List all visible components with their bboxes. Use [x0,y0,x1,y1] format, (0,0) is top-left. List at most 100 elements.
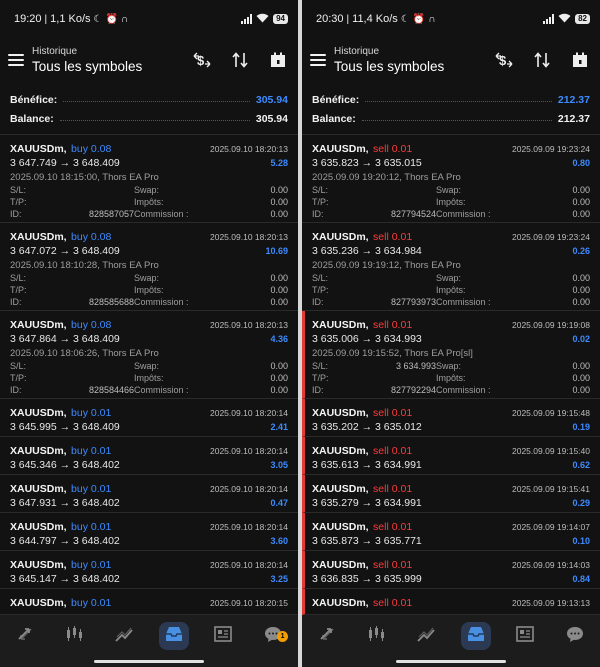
deal-row[interactable]: XAUUSDm, sell 0.01 2025.09.09 19:13:13 [302,589,600,615]
deal-price-row: 3 635.613 → 3 634.991 0.62 [312,459,590,471]
deal-row[interactable]: XAUUSDm, buy 0.01 2025.09.10 18:20:14 3 64… [0,551,298,589]
deal-prices: 3 635.279 → 3 634.991 [312,497,422,509]
alarm-icon: ⏰ [105,13,118,25]
deal-symbol: XAUUSDm, [312,143,369,155]
currency-filter-icon[interactable]: $ [494,50,514,70]
sl-label: S/L: [312,185,329,195]
nav-trade[interactable] [411,622,441,650]
swap-label: Swap: [134,273,160,283]
deal-symbol: XAUUSDm, [312,559,369,571]
nav-chat[interactable]: 1 [258,622,289,650]
page-title[interactable]: Tous les symboles [334,59,494,74]
commission-label: Commission : [134,385,189,395]
deal-type: buy 0.01 [71,483,112,495]
id-value: 828584466 [88,385,134,395]
deal-row[interactable]: XAUUSDm, buy 0.01 2025.09.10 18:20:14 3 64… [0,399,298,437]
deal-row[interactable]: XAUUSDm, sell 0.01 2025.09.09 19:23:24 3 6… [302,135,600,223]
deal-row[interactable]: XAUUSDm, buy 0.01 2025.09.10 18:20:15 [0,589,298,615]
calendar-icon[interactable] [268,50,288,70]
deal-datetime: 2025.09.09 19:14:07 [512,522,590,532]
deal-title: XAUUSDm, sell 0.01 [312,441,412,459]
nav-history[interactable] [460,622,491,650]
deal-title: XAUUSDm, buy 0.08 [10,227,111,245]
deal-datetime: 2025.09.10 18:20:15 [210,598,288,608]
nav-news[interactable] [208,622,238,650]
deal-price-row: 3 635.823 → 3 635.015 0.80 [312,157,590,169]
deal-profit: 0.80 [572,158,590,168]
page-title[interactable]: Tous les symboles [32,59,192,74]
deal-price-row: 3 647.864 → 3 648.409 4.36 [10,333,288,345]
deal-row[interactable]: XAUUSDm, sell 0.01 2025.09.09 19:14:07 3 6… [302,513,600,551]
news-icon [515,624,535,649]
deal-open-info: 2025.09.10 18:15:00, Thors EA Pro [10,172,159,183]
deal-profit: 0.84 [572,574,590,584]
menu-icon[interactable] [8,54,24,66]
deal-row[interactable]: XAUUSDm, sell 0.01 2025.09.09 19:19:08 3 6… [302,311,600,399]
deal-row[interactable]: XAUUSDm, sell 0.01 2025.09.09 19:14:03 3 6… [302,551,600,589]
deal-row[interactable]: XAUUSDm, sell 0.01 2025.09.09 19:23:24 3 6… [302,223,600,311]
deal-prices: 3 636.835 → 3 635.999 [312,573,422,585]
deal-profit: 3.05 [270,460,288,470]
deal-row[interactable]: XAUUSDm, buy 0.01 2025.09.10 18:20:14 3 64… [0,437,298,475]
sl-label: S/L: [10,361,27,371]
calendar-icon[interactable] [570,50,590,70]
id-value: 828585688 [88,297,134,307]
deal-details: S/L: Swap: 0.00 T/P: Impôts: 0.00 ID: 828587057… [10,185,288,219]
swap-value: 0.00 [270,361,288,371]
menu-icon[interactable] [310,54,326,66]
nav-history[interactable] [158,622,189,650]
deal-open-info: 2025.09.09 19:19:12, Thors EA Pro [312,260,461,271]
deal-details: S/L: Swap: 0.00 T/P: Impôts: 0.00 ID: 827793973… [312,273,590,307]
deal-row[interactable]: XAUUSDm, sell 0.01 2025.09.09 19:15:41 3 6… [302,475,600,513]
commission-value: 0.00 [572,297,590,307]
deal-title: XAUUSDm, sell 0.01 [312,593,412,611]
deal-symbol: XAUUSDm, [10,559,67,571]
svg-text:$: $ [197,53,205,68]
sort-icon[interactable] [532,50,552,70]
nav-chart-candles[interactable] [59,622,89,650]
id-value: 827794524 [390,209,436,219]
deal-open-info: 2025.09.09 19:15:52, Thors EA Pro[sl] [312,348,473,359]
id-value: 828587057 [88,209,134,219]
deal-row[interactable]: XAUUSDm, buy 0.08 2025.09.10 18:20:13 3 64… [0,311,298,399]
commission-value: 0.00 [572,209,590,219]
deal-symbol: XAUUSDm, [10,319,67,331]
tp-value [42,197,134,207]
deal-header: XAUUSDm, sell 0.01 2025.09.09 19:15:40 [312,441,590,459]
quotes-icon [317,624,337,649]
nav-trade[interactable] [109,622,139,650]
deal-datetime: 2025.09.10 18:20:13 [210,320,288,330]
tp-value [344,197,436,207]
commission-value: 0.00 [270,297,288,307]
deal-title: XAUUSDm, sell 0.01 [312,479,412,497]
tax-value: 0.00 [572,197,590,207]
deal-type: buy 0.08 [71,231,112,243]
tp-label: T/P: [10,373,27,383]
deal-row[interactable]: XAUUSDm, buy 0.01 2025.09.10 18:20:14 3 64… [0,475,298,513]
deal-datetime: 2025.09.09 19:23:24 [512,144,590,154]
separator-text: | [44,13,48,25]
tax-value: 0.00 [270,285,288,295]
deal-row[interactable]: XAUUSDm, buy 0.08 2025.09.10 18:20:13 3 64… [0,135,298,223]
nav-chat[interactable] [560,622,590,650]
deal-row[interactable]: XAUUSDm, buy 0.08 2025.09.10 18:20:13 3 64… [0,223,298,311]
deal-header: XAUUSDm, sell 0.01 2025.09.09 19:14:03 [312,555,590,573]
nav-quotes[interactable] [312,622,342,650]
id-value: 827792294 [390,385,436,395]
deal-datetime: 2025.09.10 18:20:13 [210,144,288,154]
currency-filter-icon[interactable]: $ [192,50,212,70]
deal-profit: 0.29 [572,498,590,508]
deal-title: XAUUSDm, buy 0.01 [10,479,111,497]
commission-label: Commission : [134,209,189,219]
deal-row[interactable]: XAUUSDm, sell 0.01 2025.09.09 19:15:40 3 6… [302,437,600,475]
deal-type: buy 0.01 [71,521,112,533]
deal-type: sell 0.01 [373,445,413,457]
deal-header: XAUUSDm, buy 0.01 2025.09.10 18:20:14 [10,479,288,497]
nav-chart-candles[interactable] [361,622,391,650]
nav-quotes[interactable] [10,622,40,650]
nav-news[interactable] [510,622,540,650]
sort-icon[interactable] [230,50,250,70]
deal-row[interactable]: XAUUSDm, buy 0.01 2025.09.10 18:20:14 3 64… [0,513,298,551]
deal-open-info: 2025.09.09 19:20:12, Thors EA Pro [312,172,461,183]
deal-row[interactable]: XAUUSDm, sell 0.01 2025.09.09 19:15:48 3 6… [302,399,600,437]
